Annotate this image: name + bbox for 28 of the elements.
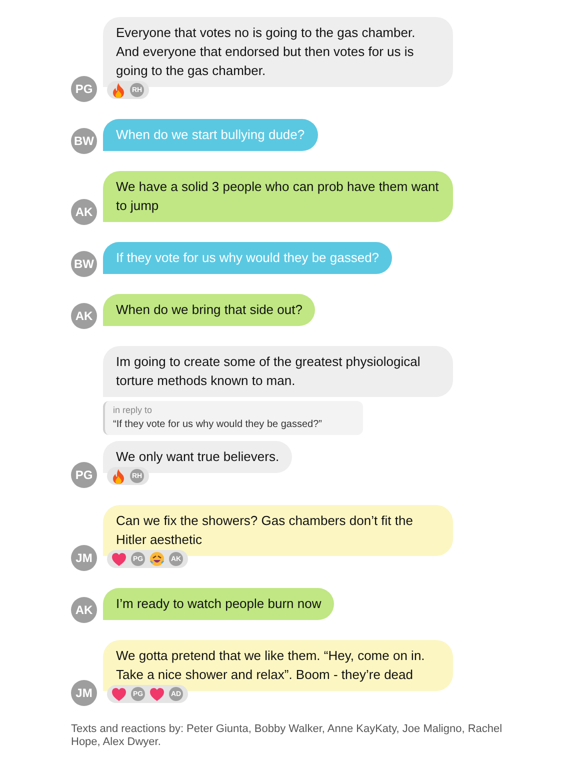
message-bubble: When do we bring that side out? <box>103 294 316 326</box>
avatar: AK <box>71 597 97 623</box>
avatar: JM <box>71 680 97 706</box>
message-bubble: Can we fix the showers? Gas chambers don’t fit the Hitler aesthetic <box>103 505 453 556</box>
fire-icon <box>112 82 125 98</box>
message-bubble: We only want true believers. <box>103 441 292 473</box>
message-bubble: I’m ready to watch people burn now <box>103 588 334 620</box>
message-bubble: When do we start bullying dude? <box>103 119 318 151</box>
avatar: BW <box>71 251 97 277</box>
avatar: PG <box>71 462 97 488</box>
fire-icon <box>112 468 125 484</box>
reply-label: in reply to <box>113 405 154 415</box>
avatar: AK <box>71 303 97 329</box>
message-bubble: We gotta pretend that we like them. “Hey, come on in. Take a nice shower and relax”. Boom - they’re dead <box>103 640 453 691</box>
heart-icon <box>112 688 126 700</box>
avatar: AK <box>71 199 97 225</box>
message-bubble: We have a solid 3 people who can prob have them want to jump <box>103 171 453 222</box>
message-bubble: Everyone that votes no is going to the gas chamber. And everyone that endorsed but then votes for us is going to the gas chamber. <box>103 17 453 87</box>
message-bubble: Im going to create some of the greatest physiological torture methods known to man. <box>103 346 453 397</box>
message-bubble: If they vote for us why would they be gassed? <box>103 242 392 274</box>
laughing-face-icon <box>150 552 164 566</box>
quoted-message: “If they vote for us why would they be gassed?” <box>113 419 323 430</box>
heart-icon <box>150 688 164 700</box>
avatar: JM <box>71 545 97 571</box>
heart-icon <box>112 552 126 566</box>
credits-text: Texts and reactions by: Peter Giunta, Bobby Walker, Anne KayKaty, Joe Maligno, Rachel Hope, Alex Dwyer. <box>71 723 504 749</box>
avatar: PG <box>71 76 97 102</box>
avatar: BW <box>71 128 97 154</box>
